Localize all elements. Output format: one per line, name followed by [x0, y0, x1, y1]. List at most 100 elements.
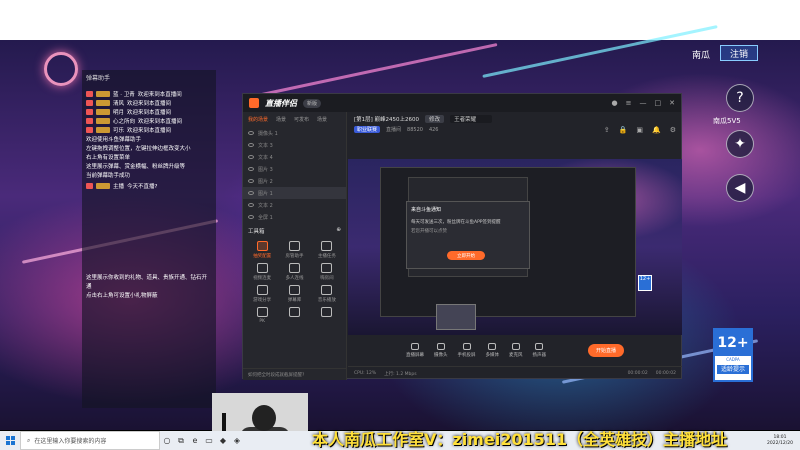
chat-row: 明月 欢迎来到本直播间 — [86, 107, 212, 116]
tool-room-manager[interactable]: 房管助手 — [279, 241, 309, 259]
minimize-icon[interactable]: — — [640, 99, 647, 107]
notice-popup: 来自斗鱼通知 每天可发送三次，粉丝牌在斗鱼APP签到提醒 若您开播可以点赞 立即… — [406, 201, 530, 269]
phone-cast-button[interactable]: 手机投屏 — [458, 342, 476, 358]
tool-lottery[interactable]: 抽奖配置 — [247, 241, 277, 259]
start-button[interactable] — [0, 431, 20, 450]
edge-icon[interactable]: e — [188, 431, 202, 450]
system-line: 这里展示弹幕、赏金横幅、粉丝牌升级等 — [86, 164, 186, 170]
player-name: 南瓜 — [692, 51, 711, 61]
layout-icon[interactable]: ▣ — [636, 126, 643, 134]
plus-icon[interactable]: ⊕ — [336, 227, 341, 235]
windows-icon — [5, 436, 15, 445]
chat-row: 蓝 · 卫青 欢迎来到本直播间 — [86, 89, 212, 98]
edit-button[interactable]: 修改 — [425, 115, 445, 123]
microphone-button[interactable]: 麦克风 — [509, 342, 523, 358]
share-icon[interactable]: ⇪ — [604, 126, 610, 134]
tool-video-link[interactable]: 视频连麦 — [247, 263, 277, 281]
gift-line: 点击右上角可设置小礼物屏蔽 — [86, 293, 158, 299]
eye-icon — [248, 179, 254, 183]
tool-party[interactable]: 嗨房间 — [312, 263, 342, 281]
popup-text: 每天可发送三次，粉丝牌在斗鱼APP签到提醒 — [411, 220, 501, 225]
folder-icon[interactable]: ▭ — [202, 431, 216, 450]
webcam-thumbnail — [436, 304, 476, 330]
room-title: [第1层] 巅峰2450上2600 — [354, 117, 420, 123]
search-icon: ⌕ — [27, 436, 31, 444]
media-button[interactable]: 多媒体 — [486, 342, 499, 358]
gamepad-icon[interactable]: ✦ — [726, 130, 754, 158]
source-item[interactable]: 图片 2 — [243, 175, 346, 187]
go-live-button[interactable]: 开始直播 — [587, 343, 624, 357]
toolbox-header: 工具箱 ⊕ — [248, 227, 341, 235]
game-logo-icon — [44, 52, 78, 86]
stream-preview[interactable]: 来自斗鱼通知 每天可发送三次，粉丝牌在斗鱼APP签到提醒 若您开播可以点赞 立即… — [348, 159, 682, 335]
task-view-icon[interactable]: ○ — [160, 431, 174, 450]
tab-publish[interactable]: 可发布 — [294, 116, 309, 123]
avatar[interactable]: ● — [612, 99, 618, 107]
tool-game-share[interactable]: 游戏分享 — [247, 285, 277, 303]
logout-button[interactable]: 注销 — [720, 45, 758, 61]
clock[interactable]: 18:01 2022/12/20 — [760, 435, 800, 447]
source-item[interactable]: 文本 4 — [243, 151, 346, 163]
left-footer[interactable]: 如何把全时段成就截屏提醒? — [243, 368, 347, 380]
menu-icon[interactable]: ≡ — [626, 99, 632, 107]
source-item[interactable]: 文本 3 — [243, 139, 346, 151]
multitask-icon[interactable]: ⧉ — [174, 431, 188, 450]
eye-icon — [248, 143, 254, 147]
source-item[interactable]: 全屏 1 — [243, 211, 346, 223]
source-item[interactable]: 摄像头 1 — [243, 127, 346, 139]
system-line: 当前弹幕助手成功 — [86, 173, 131, 179]
danmu-panel[interactable]: 弹幕助手 蓝 · 卫青 欢迎来到本直播间 清风 欢迎来到本直播间 明月 欢迎来到本直播… — [82, 70, 216, 408]
tool-tasks[interactable]: 主播任务 — [312, 241, 342, 259]
system-line: 右上角有设置菜单 — [86, 155, 131, 161]
screen: 弹幕助手 蓝 · 卫青 欢迎来到本直播间 清风 欢迎来到本直播间 明月 欢迎来到本直播… — [0, 0, 800, 450]
source-item[interactable]: 图片 3 — [243, 163, 346, 175]
speaker-button[interactable]: 扬声器 — [533, 342, 546, 358]
header-icons: ⇪ 🔒 ▣ 🔔 ⚙ — [604, 126, 676, 134]
version-badge[interactable]: 新版 — [303, 98, 322, 108]
chat-row: 可乐 欢迎来到本直播间 — [86, 125, 212, 134]
tool-grid: 抽奖配置 房管助手 主播任务 视频连麦 多人连线 嗨房间 游戏分享 弹幕库 音乐… — [243, 239, 346, 326]
tool-pk[interactable]: PK — [247, 307, 277, 324]
taskbar-search[interactable]: ⌕ 在这里输入你要搜索的内容 — [20, 431, 160, 450]
upload-status: 上行: 1.2 Mbps — [384, 371, 417, 377]
speaker-icon[interactable]: ◀ — [726, 174, 754, 202]
gift-line: 这里展示你收到的礼物、道具、贵族开通、钻石开通 — [86, 275, 208, 290]
app-name: 直播伴侣 — [265, 98, 297, 108]
tab-scene[interactable]: 场景 — [276, 116, 286, 123]
popup-start-button[interactable]: 立即开始 — [447, 251, 485, 260]
category-field[interactable]: 王者荣耀 — [450, 115, 493, 123]
cpu-status: CPU: 12% — [354, 371, 377, 376]
live-companion-window[interactable]: 直播伴侣 新版 ● ≡ — □ ✕ 我的场景 场景 可发布 场景 摄像头 1 文… — [242, 93, 682, 380]
eye-icon — [248, 203, 254, 207]
status-bar: CPU: 12% 上行: 1.2 Mbps 00:00:02 00:00:02 — [348, 366, 682, 380]
live-duration: 00:00:02 — [627, 371, 648, 376]
tool-music[interactable]: 音乐播放 — [312, 285, 342, 303]
eye-icon — [248, 131, 254, 135]
app-icon-2[interactable]: ◈ — [230, 431, 244, 450]
chat-row: 主播 今天不直播? — [86, 181, 212, 190]
camera-button[interactable]: 摄像头 — [434, 342, 448, 358]
eye-icon — [248, 191, 254, 195]
close-icon[interactable]: ✕ — [669, 99, 675, 107]
screen-capture-button[interactable]: 直播屏幕 — [406, 342, 424, 358]
bell-icon[interactable]: 🔔 — [652, 126, 661, 134]
settings-icon[interactable]: ⚙ — [670, 126, 676, 134]
tab-scene-2[interactable]: 场景 — [317, 116, 327, 123]
app-icon[interactable]: ◆ — [216, 431, 230, 450]
age-badge-icon: 12+ — [638, 275, 652, 291]
tool-multi-link[interactable]: 多人连线 — [279, 263, 309, 281]
tool-extra[interactable] — [279, 307, 309, 324]
fans-count: 426 — [428, 126, 439, 133]
maximize-icon[interactable]: □ — [655, 99, 662, 107]
tool-extra-2[interactable] — [312, 307, 342, 324]
tool-danmu-lib[interactable]: 弹幕库 — [279, 285, 309, 303]
lock-icon[interactable]: 🔒 — [619, 126, 628, 134]
help-icon[interactable]: ? — [726, 84, 754, 112]
search-placeholder: 在这里输入你要搜索的内容 — [34, 438, 107, 445]
room-id: 88520 — [407, 126, 423, 133]
source-item[interactable]: 文本 2 — [243, 199, 346, 211]
record-duration: 00:00:02 — [655, 371, 676, 376]
system-line: 左键拖拽调整位置，左键拉伸边框改变大小 — [86, 146, 191, 152]
tab-scenes[interactable]: 我的场景 — [248, 116, 268, 123]
source-item[interactable]: 图片 1 — [243, 187, 346, 199]
